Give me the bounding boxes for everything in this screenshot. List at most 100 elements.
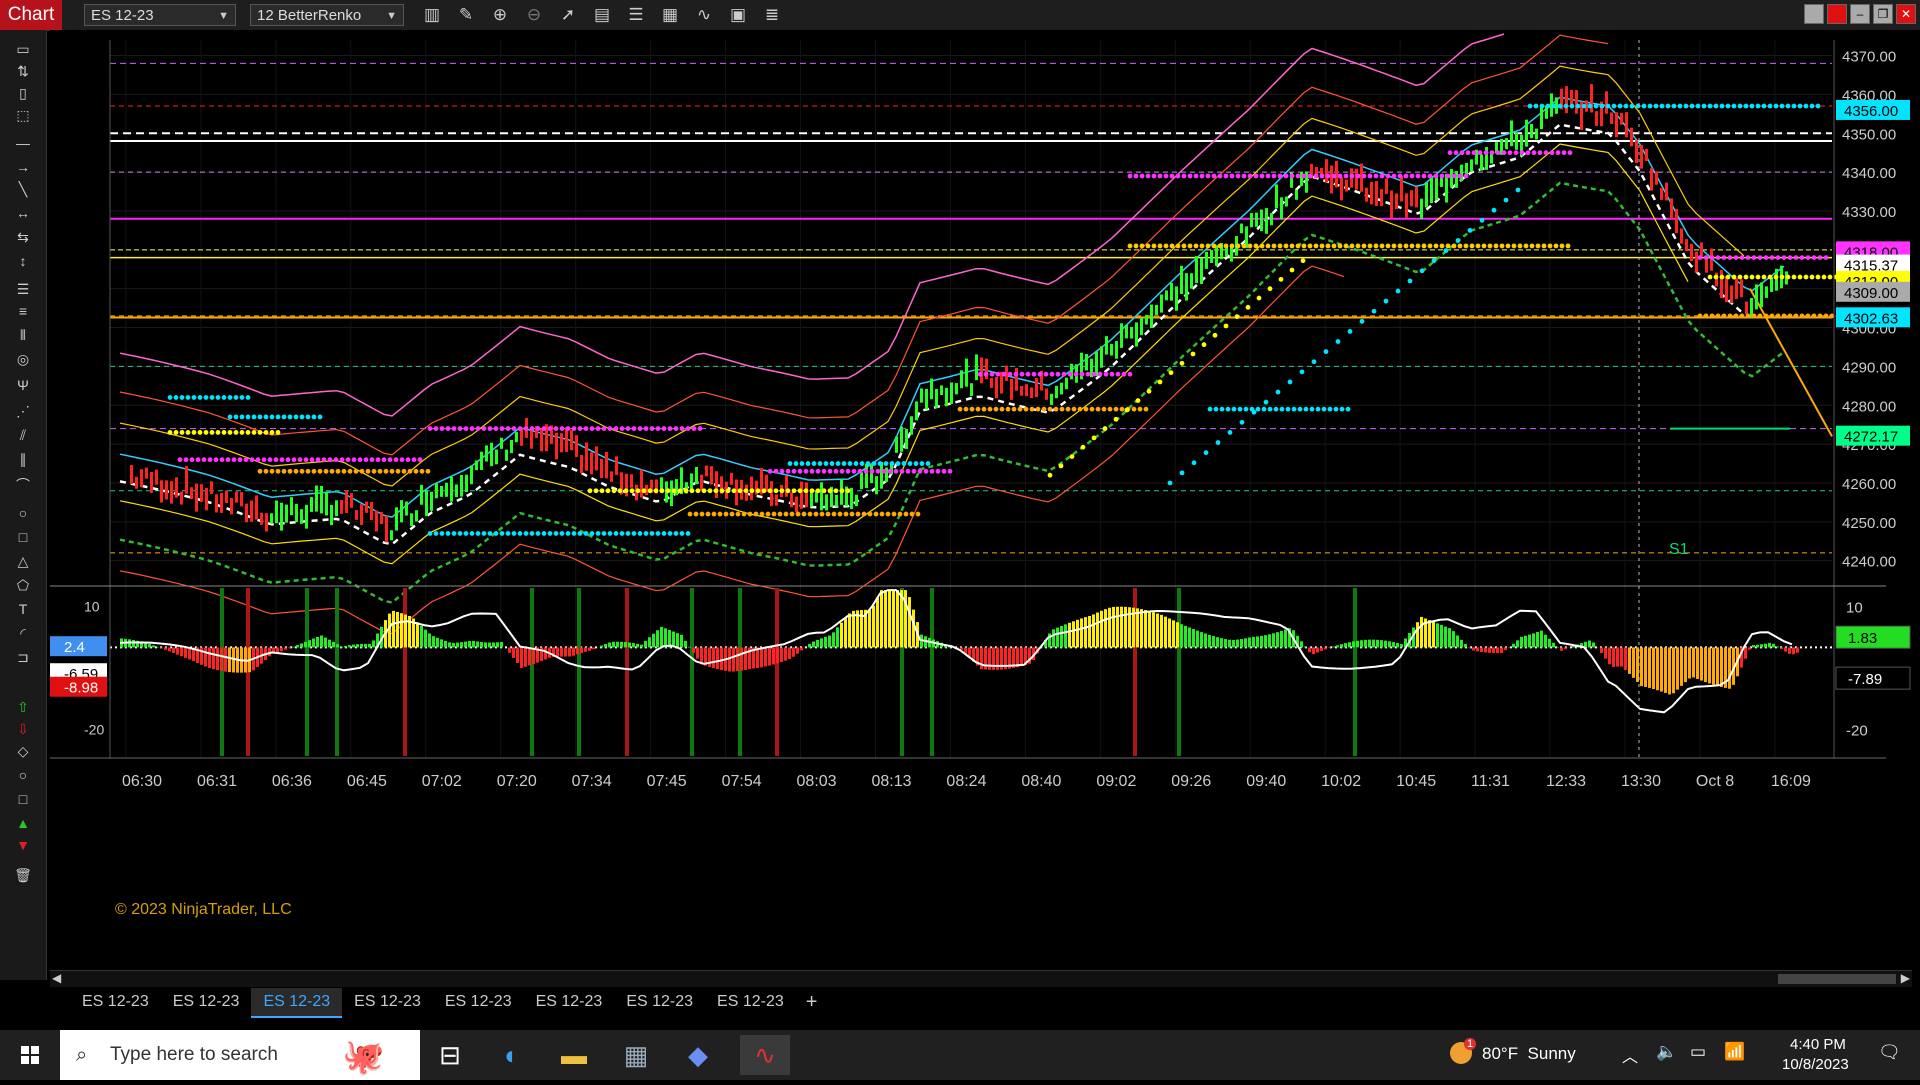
zoom-out-icon[interactable]: ⊖ xyxy=(522,3,546,27)
add-tab-button[interactable]: + xyxy=(796,988,828,1016)
trend-channel-icon[interactable]: ∥ xyxy=(12,450,34,468)
link-red-icon[interactable] xyxy=(1827,4,1847,24)
ruler-icon[interactable]: ▭ xyxy=(12,40,34,58)
dot-icon[interactable]: ○ xyxy=(12,766,34,784)
arrow-up-icon[interactable]: ⇧ xyxy=(12,698,34,716)
minimize-icon[interactable]: – xyxy=(1850,4,1870,24)
rectangle-icon[interactable]: □ xyxy=(12,528,34,546)
horizontal-line-icon[interactable]: ⇆ xyxy=(12,228,34,246)
bar-type-selector[interactable]: 12 BetterRenko ▼ xyxy=(250,4,404,26)
file-explorer-icon[interactable]: ▬ xyxy=(554,1035,594,1075)
level-dot xyxy=(1266,244,1271,249)
chart-tab[interactable]: ES 12-23 xyxy=(705,988,796,1016)
chart-tab[interactable]: ES 12-23 xyxy=(70,988,161,1016)
scroll-thumb[interactable] xyxy=(1778,974,1896,984)
extended-line-icon[interactable]: ↔ xyxy=(12,204,34,222)
arc-icon[interactable]: ⌒ xyxy=(12,476,34,494)
level-dot xyxy=(914,461,919,466)
chart-tab[interactable]: ES 12-23 xyxy=(614,988,705,1016)
text-icon[interactable]: T xyxy=(12,600,34,618)
instrument-selector[interactable]: ES 12-23 ▼ xyxy=(84,4,236,26)
triangle-down-icon[interactable]: ▼ xyxy=(12,836,34,854)
zoom-in-icon[interactable]: ⊕ xyxy=(488,3,512,27)
chart-window-tab[interactable]: Chart xyxy=(0,0,62,30)
level-dot xyxy=(1540,104,1545,109)
line-icon[interactable]: — xyxy=(12,134,34,152)
list-icon[interactable]: ≣ xyxy=(760,3,784,27)
scroll-left-icon[interactable]: ◀ xyxy=(52,971,61,985)
fib-extension-icon[interactable]: ≡ xyxy=(12,302,34,320)
level-dot xyxy=(1458,174,1463,179)
scroll-right-icon[interactable]: ▶ xyxy=(1901,971,1910,985)
notification-icon[interactable]: 🗨 xyxy=(1878,1042,1901,1063)
renko-bar xyxy=(175,477,178,497)
taskbar-search-box[interactable]: ⌕ Type here to search 🐙 xyxy=(60,1030,420,1080)
range-icon[interactable]: ⬚ xyxy=(12,106,34,124)
draw-tool-icon[interactable]: ✎ xyxy=(454,3,478,27)
network-icon[interactable]: 📶 xyxy=(1724,1042,1745,1062)
fib-retracement-icon[interactable]: ☰ xyxy=(12,280,34,298)
weather-text[interactable]: 80°F Sunny xyxy=(1482,1044,1576,1064)
chevron-up-icon[interactable]: ︿ xyxy=(1622,1043,1638,1067)
trend-line-icon[interactable]: ╲ xyxy=(12,180,34,198)
fib-timezone-icon[interactable]: ⦀ xyxy=(12,326,34,344)
renko-bar xyxy=(1155,305,1158,315)
strategies-icon[interactable]: ▦ xyxy=(658,3,682,27)
level-dot xyxy=(798,488,803,493)
sar-dot xyxy=(1492,208,1497,213)
task-view-icon[interactable]: ⊟ xyxy=(430,1035,470,1075)
square-icon[interactable]: □ xyxy=(12,790,34,808)
data-box-icon[interactable]: ▤ xyxy=(590,3,614,27)
histogram-bar xyxy=(148,644,151,647)
vertical-line-icon[interactable]: ↕ xyxy=(12,252,34,270)
level-dot xyxy=(428,426,433,431)
price-chart-svg[interactable]: 4370.004360.004350.004340.004330.004320.… xyxy=(50,30,1920,970)
pointer-icon[interactable]: ➚ xyxy=(556,3,580,27)
regression-channel-icon[interactable]: ⫽ xyxy=(12,426,34,444)
arc-tool-icon[interactable]: ◜ xyxy=(12,624,34,642)
gann-fan-icon[interactable]: ⋰ xyxy=(12,402,34,420)
calculator-icon[interactable]: ▦ xyxy=(616,1035,656,1075)
horizontal-scrollbar[interactable]: ◀ ▶ xyxy=(50,970,1912,987)
properties-icon[interactable]: ☰ xyxy=(624,3,648,27)
close-icon[interactable]: ✕ xyxy=(1896,4,1916,24)
indicators-icon[interactable]: ∿ xyxy=(692,3,716,27)
andrews-pitchfork-icon[interactable]: Ψ xyxy=(12,376,34,394)
start-button[interactable] xyxy=(0,1030,60,1080)
fib-circle-icon[interactable]: ◎ xyxy=(12,350,34,368)
time-cycles-icon[interactable]: ⊐ xyxy=(12,648,34,666)
ray-icon[interactable]: → xyxy=(12,158,34,176)
level-dot xyxy=(334,457,339,462)
chart-tab-active[interactable]: ES 12-23 xyxy=(251,988,342,1018)
risk-reward-icon[interactable]: ⇅ xyxy=(12,62,34,80)
chart-tab[interactable]: ES 12-23 xyxy=(161,988,252,1016)
trash-icon[interactable]: 🗑 xyxy=(12,866,34,884)
restore-icon[interactable]: ❐ xyxy=(1873,4,1893,24)
data-series-icon[interactable]: ▣ xyxy=(726,3,750,27)
clock-date[interactable]: 10/8/2023 xyxy=(1782,1056,1849,1073)
chart-tab[interactable]: ES 12-23 xyxy=(433,988,524,1016)
histogram-bar xyxy=(1468,647,1471,648)
link-color-icon[interactable] xyxy=(1804,4,1824,24)
display-icon[interactable]: ▭ xyxy=(1690,1042,1706,1062)
volume-icon[interactable]: 🔈 xyxy=(1656,1042,1677,1062)
bars-type-icon[interactable]: ▥ xyxy=(420,3,444,27)
chart-panel[interactable]: 4370.004360.004350.004340.004330.004320.… xyxy=(50,30,1920,970)
triangle-icon[interactable]: △ xyxy=(12,552,34,570)
ninjatrader-icon[interactable]: ∿ xyxy=(740,1035,790,1075)
sar-dot xyxy=(1224,324,1229,329)
level-dot xyxy=(1120,407,1125,412)
edge-browser-icon[interactable]: ◐ xyxy=(492,1035,532,1075)
polygon-icon[interactable]: ⬠ xyxy=(12,576,34,594)
renko-bar xyxy=(855,495,858,506)
photos-icon[interactable]: ◆ xyxy=(678,1035,718,1075)
chart-tab[interactable]: ES 12-23 xyxy=(342,988,433,1016)
chart-tab[interactable]: ES 12-23 xyxy=(524,988,615,1016)
level-dot xyxy=(330,469,335,474)
triangle-up-icon[interactable]: ▲ xyxy=(12,814,34,832)
diamond-icon[interactable]: ◇ xyxy=(12,742,34,760)
clock-time[interactable]: 4:40 PM xyxy=(1790,1036,1846,1053)
arrow-down-icon[interactable]: ⇩ xyxy=(12,720,34,738)
ellipse-icon[interactable]: ○ xyxy=(12,504,34,522)
region-icon[interactable]: ▯ xyxy=(12,84,34,102)
